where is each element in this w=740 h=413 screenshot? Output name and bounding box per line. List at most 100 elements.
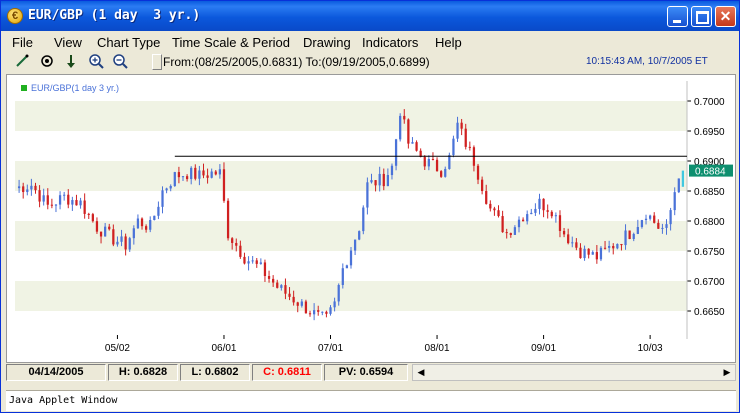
- candle-body: [99, 231, 103, 237]
- candle-body: [280, 285, 283, 288]
- applet-footer: Java Applet Window: [6, 390, 736, 411]
- draw-line-icon[interactable]: [13, 53, 31, 70]
- candle-body: [464, 128, 467, 147]
- candle-body: [427, 159, 430, 167]
- candle-body: [124, 236, 127, 250]
- candle-body: [337, 284, 340, 302]
- candle-body: [288, 293, 291, 297]
- candle-body: [640, 220, 644, 228]
- crosshair-icon[interactable]: [38, 53, 56, 70]
- candle-body: [108, 226, 111, 230]
- x-tick-label: 08/01: [425, 343, 450, 354]
- candle-body: [534, 208, 537, 213]
- window-title: EUR/GBP (1 day 3 yr.): [28, 8, 201, 23]
- candle-body: [144, 226, 148, 230]
- candle-body: [157, 206, 160, 216]
- candle-body: [661, 227, 664, 229]
- candle-body: [378, 173, 381, 186]
- candle-body: [480, 179, 484, 192]
- chart-panel[interactable]: 0.6650 0.6700 0.6750 0.6800 0.6850 0.6900 0.69…: [6, 74, 736, 363]
- horizontal-scrollbar[interactable]: ◀ ▶: [412, 364, 736, 381]
- candle-body: [46, 195, 49, 205]
- menu-bar: File View Chart Type Time Scale & Period…: [1, 31, 739, 52]
- zoom-out-icon[interactable]: [111, 53, 129, 70]
- y-tick-label: 0.6950: [694, 127, 725, 138]
- menu-time-scale-period[interactable]: Time Scale & Period: [172, 35, 290, 50]
- candle-body: [665, 224, 668, 228]
- candle-body: [63, 194, 66, 196]
- y-tick-label: 0.6700: [694, 277, 725, 288]
- status-high: H: 0.6828: [108, 364, 178, 381]
- price-chart[interactable]: 0.66500.67000.67500.68000.68500.69000.69…: [7, 75, 735, 362]
- minimize-button[interactable]: [667, 6, 688, 27]
- zoom-in-icon[interactable]: [87, 53, 105, 70]
- candle-body: [386, 175, 390, 187]
- title-bar[interactable]: € EUR/GBP (1 day 3 yr.) ✕: [1, 1, 739, 31]
- candle-body: [374, 180, 377, 186]
- candle-body: [165, 188, 168, 191]
- candle-body: [501, 216, 504, 233]
- candle-body: [120, 236, 123, 242]
- applet-window: € EUR/GBP (1 day 3 yr.) ✕ File View Char…: [0, 0, 740, 413]
- date-range-label: From:(08/25/2005,0.6831) To:(09/19/2005,…: [163, 55, 430, 69]
- candle-body: [505, 232, 508, 234]
- candle-body: [620, 244, 623, 246]
- candle-body: [521, 219, 525, 222]
- candle-body: [399, 115, 402, 140]
- candle-body: [485, 191, 488, 204]
- candle-body: [567, 234, 570, 244]
- grid-band: [15, 281, 687, 311]
- candle-body: [341, 268, 344, 285]
- candle-body: [587, 248, 590, 255]
- maximize-button[interactable]: [691, 6, 712, 27]
- candle-body: [267, 276, 271, 279]
- toolbar: From:(08/25/2005,0.6831) To:(09/19/2005,…: [5, 53, 737, 71]
- scroll-left-icon[interactable]: ◀: [413, 365, 429, 380]
- candle-body: [50, 204, 54, 206]
- menu-indicators[interactable]: Indicators: [362, 35, 418, 50]
- status-bar: 04/14/2005 H: 0.6828 L: 0.6802 C: 0.6811…: [6, 364, 408, 381]
- scroll-right-icon[interactable]: ▶: [719, 365, 735, 380]
- candle-body: [595, 252, 598, 260]
- candle-body: [370, 180, 373, 183]
- candle-body: [562, 230, 566, 235]
- candle-body: [235, 242, 238, 246]
- menu-help[interactable]: Help: [435, 35, 462, 50]
- menu-chart-type[interactable]: Chart Type: [97, 35, 160, 50]
- candle-body: [210, 171, 213, 178]
- candle-body: [67, 194, 70, 205]
- candle-body: [91, 214, 94, 222]
- candle-body: [353, 239, 357, 251]
- candle-body: [440, 171, 443, 177]
- menu-file[interactable]: File: [12, 35, 33, 50]
- x-tick-label: 07/01: [318, 343, 343, 354]
- candle-body: [153, 215, 156, 221]
- candle-body: [648, 215, 652, 219]
- x-tick-label: 06/01: [211, 343, 236, 354]
- candle-body: [83, 200, 86, 214]
- candle-body: [333, 301, 336, 308]
- candle-body: [104, 226, 107, 237]
- candle-body: [542, 198, 545, 211]
- candle-body: [526, 214, 529, 222]
- menu-view[interactable]: View: [54, 35, 82, 50]
- candle-body: [140, 218, 144, 227]
- candle-body: [214, 171, 217, 175]
- candle-body: [251, 260, 254, 262]
- candle-body: [423, 156, 426, 167]
- candle-body: [259, 262, 262, 264]
- download-arrow-icon[interactable]: [62, 53, 80, 70]
- candle-body: [26, 189, 29, 193]
- candle-body: [538, 198, 541, 209]
- menu-drawing[interactable]: Drawing: [303, 35, 351, 50]
- candle-body: [362, 207, 365, 232]
- close-button[interactable]: ✕: [715, 6, 736, 27]
- candle-body: [272, 278, 275, 283]
- candle-body: [116, 241, 119, 245]
- candle-body: [349, 250, 353, 266]
- status-date: 04/14/2005: [6, 364, 106, 381]
- candle-body: [231, 238, 234, 243]
- candle-body: [226, 200, 230, 239]
- candle-body: [456, 122, 459, 139]
- candle-body: [571, 242, 574, 244]
